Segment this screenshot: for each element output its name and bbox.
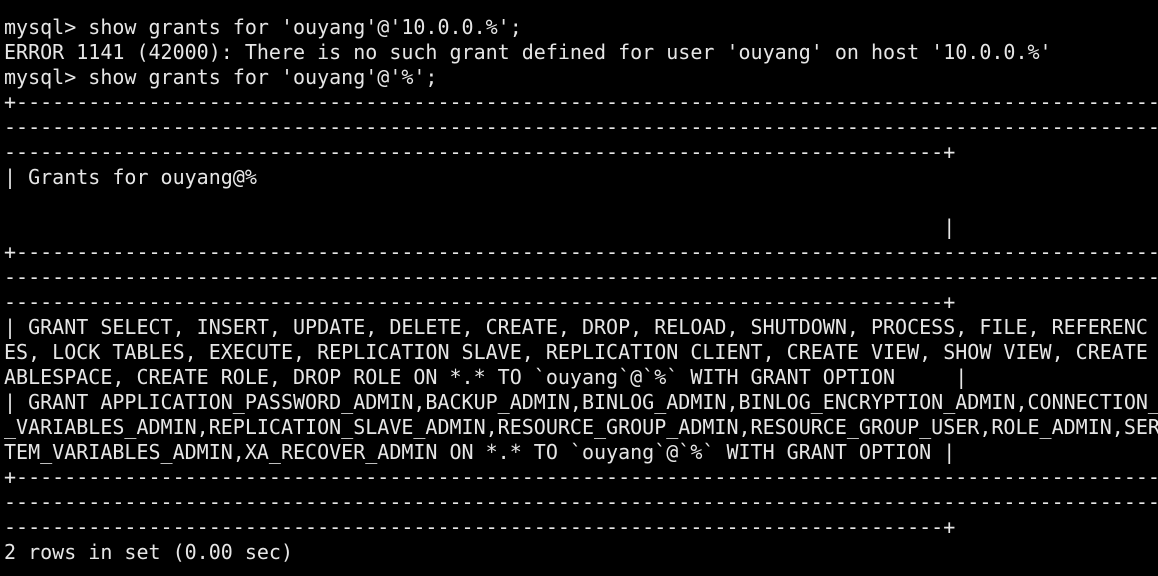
table-border-line: ----------------------------------------… <box>4 140 956 164</box>
table-row-line: | GRANT APPLICATION_PASSWORD_ADMIN,BACKU… <box>4 390 1158 414</box>
terminal-window[interactable]: mysql> show grants for 'ouyang'@'10.0.0.… <box>0 0 1158 576</box>
table-row-line: | GRANT SELECT, INSERT, UPDATE, DELETE, … <box>4 315 1148 339</box>
table-border-line: +---------------------------------------… <box>4 240 1158 264</box>
table-border-line: ----------------------------------------… <box>4 265 1158 289</box>
table-border-line: ----------------------------------------… <box>4 515 956 539</box>
table-border-line: ----------------------------------------… <box>4 490 1158 514</box>
result-summary-line: 2 rows in set (0.00 sec) <box>4 540 293 564</box>
table-border-line: +---------------------------------------… <box>4 90 1158 114</box>
terminal-line-error: ERROR 1141 (42000): There is no such gra… <box>4 40 1052 64</box>
table-row-line: ABLESPACE, CREATE ROLE, DROP ROLE ON *.*… <box>4 365 968 389</box>
table-row-line: ES, LOCK TABLES, EXECUTE, REPLICATION SL… <box>4 340 1148 364</box>
table-border-line: +---------------------------------------… <box>4 465 1158 489</box>
terminal-line-command: mysql> show grants for 'ouyang'@'10.0.0.… <box>4 15 522 39</box>
table-header-line: | <box>4 215 956 239</box>
table-header-line: | Grants for ouyang@% <box>4 165 257 189</box>
table-row-line: _VARIABLES_ADMIN,REPLICATION_SLAVE_ADMIN… <box>4 415 1158 439</box>
table-border-line: ----------------------------------------… <box>4 115 1158 139</box>
table-row-line: TEM_VARIABLES_ADMIN,XA_RECOVER_ADMIN ON … <box>4 440 956 464</box>
table-border-line: ----------------------------------------… <box>4 290 956 314</box>
terminal-line-command: mysql> show grants for 'ouyang'@'%'; <box>4 65 438 89</box>
